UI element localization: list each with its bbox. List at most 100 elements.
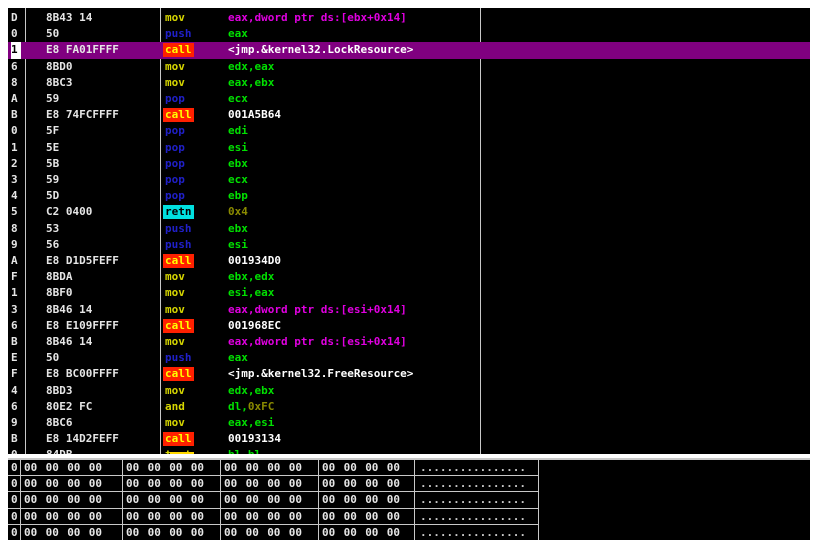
- dump-byte[interactable]: 00: [46, 492, 59, 508]
- dump-byte[interactable]: 00: [289, 525, 302, 540]
- dump-byte[interactable]: 00: [191, 509, 204, 525]
- dump-byte[interactable]: 00: [246, 460, 259, 476]
- dump-byte[interactable]: 00: [344, 509, 357, 525]
- instruction-row[interactable]: 6 E8 E109FFFF call 001968EC: [8, 318, 810, 334]
- dump-byte[interactable]: 00: [246, 476, 259, 492]
- dump-byte[interactable]: 00: [148, 509, 161, 525]
- dump-byte[interactable]: 00: [89, 509, 102, 525]
- dump-byte[interactable]: 00: [246, 525, 259, 540]
- dump-byte[interactable]: 00: [89, 492, 102, 508]
- instruction-row[interactable]: 1 8BF0 mov esi,eax: [8, 285, 810, 301]
- dump-byte[interactable]: 00: [126, 492, 139, 508]
- instruction-row[interactable]: 8 53 push ebx: [8, 221, 810, 237]
- dump-byte[interactable]: 00: [67, 460, 80, 476]
- instruction-row[interactable]: F 8BDA mov ebx,edx: [8, 269, 810, 285]
- dump-row[interactable]: 0 00 00 00 00 00 00 00 00 00 00 00 00 00 00 00 00.......…: [8, 509, 810, 525]
- instruction-row[interactable]: 084DBtestbl,bl: [8, 447, 810, 454]
- dump-byte[interactable]: 00: [126, 476, 139, 492]
- dump-byte[interactable]: 00: [387, 460, 400, 476]
- dump-byte[interactable]: 00: [67, 509, 80, 525]
- dump-byte[interactable]: 00: [67, 525, 80, 540]
- dump-byte[interactable]: 00: [126, 509, 139, 525]
- dump-byte[interactable]: 00: [126, 525, 139, 540]
- instruction-row[interactable]: 3 59 pop ecx: [8, 172, 810, 188]
- dump-byte[interactable]: 00: [148, 476, 161, 492]
- dump-row[interactable]: 0 00 00 00 00 00 00 00 00 00 00 00 00 00 00 00 00.......…: [8, 525, 810, 540]
- dump-byte[interactable]: 00: [322, 509, 335, 525]
- instruction-row[interactable]: 8 8BC3 mov eax,ebx: [8, 75, 810, 91]
- dump-byte[interactable]: 00: [344, 492, 357, 508]
- dump-byte[interactable]: 00: [89, 460, 102, 476]
- dump-byte[interactable]: 00: [148, 460, 161, 476]
- instruction-row-selected[interactable]: 1 E8 FA01FFFF call <jmp.&kernel32.LockResou…: [8, 42, 810, 59]
- dump-byte[interactable]: 00: [191, 460, 204, 476]
- dump-byte[interactable]: 00: [365, 525, 378, 540]
- dump-byte[interactable]: 00: [365, 460, 378, 476]
- dump-byte[interactable]: 00: [267, 492, 280, 508]
- dump-byte[interactable]: 00: [67, 476, 80, 492]
- instruction-row[interactable]: 2 5B pop ebx: [8, 156, 810, 172]
- dump-byte[interactable]: 00: [224, 476, 237, 492]
- instruction-row[interactable]: B E8 74FCFFFF call 001A5B64: [8, 107, 810, 123]
- dump-byte[interactable]: 00: [365, 492, 378, 508]
- dump-byte[interactable]: 00: [387, 476, 400, 492]
- instruction-row[interactable]: D 8B43 14 mov eax,dword ptr ds:[ebx+0x14]: [8, 10, 810, 26]
- instruction-row[interactable]: 9 8BC6 mov eax,esi: [8, 415, 810, 431]
- dump-row[interactable]: 0 00 00 00 00 00 00 00 00 00 00 00 00 00 00 00 00.......…: [8, 476, 810, 492]
- dump-byte[interactable]: 00: [267, 509, 280, 525]
- instruction-row[interactable]: 6 8BD0 mov edx,eax: [8, 59, 810, 75]
- dump-byte[interactable]: 00: [89, 476, 102, 492]
- dump-byte[interactable]: 00: [322, 525, 335, 540]
- instruction-row[interactable]: 1 5E pop esi: [8, 140, 810, 156]
- dump-byte[interactable]: 00: [169, 460, 182, 476]
- dump-byte[interactable]: 00: [24, 460, 37, 476]
- dump-byte[interactable]: 00: [322, 492, 335, 508]
- dump-byte[interactable]: 00: [387, 509, 400, 525]
- dump-byte[interactable]: 00: [46, 509, 59, 525]
- instruction-row[interactable]: 4 5D pop ebp: [8, 188, 810, 204]
- dump-byte[interactable]: 00: [224, 525, 237, 540]
- dump-byte[interactable]: 00: [24, 509, 37, 525]
- dump-byte[interactable]: 00: [322, 476, 335, 492]
- dump-byte[interactable]: 00: [24, 492, 37, 508]
- instruction-row[interactable]: 4 8BD3 mov edx,ebx: [8, 383, 810, 399]
- dump-byte[interactable]: 00: [126, 460, 139, 476]
- dump-byte[interactable]: 00: [24, 476, 37, 492]
- instruction-row[interactable]: 9 56 push esi: [8, 237, 810, 253]
- instruction-row[interactable]: 0 50 push eax: [8, 26, 810, 42]
- disassembly-pane[interactable]: D 8B43 14 mov eax,dword ptr ds:[ebx+0x14] 0 5…: [8, 8, 810, 454]
- dump-byte[interactable]: 00: [246, 492, 259, 508]
- dump-byte[interactable]: 00: [344, 460, 357, 476]
- instruction-row[interactable]: F E8 BC00FFFF call <jmp.&kernel32.FreeResou…: [8, 366, 810, 382]
- dump-byte[interactable]: 00: [169, 509, 182, 525]
- memory-dump-pane[interactable]: 0 00 00 00 00 00 00 00 00 00 00 00 00 00 00 00 00.......…: [8, 458, 810, 540]
- dump-byte[interactable]: 00: [148, 492, 161, 508]
- instruction-row[interactable]: A 59 pop ecx: [8, 91, 810, 107]
- dump-byte[interactable]: 00: [46, 525, 59, 540]
- instruction-row[interactable]: 6 80E2 FC and dl,0xFC: [8, 399, 810, 415]
- dump-byte[interactable]: 00: [267, 460, 280, 476]
- dump-byte[interactable]: 00: [289, 509, 302, 525]
- dump-byte[interactable]: 00: [67, 492, 80, 508]
- instruction-row[interactable]: A E8 D1D5FEFF call 001934D0: [8, 253, 810, 269]
- dump-byte[interactable]: 00: [387, 492, 400, 508]
- dump-byte[interactable]: 00: [46, 460, 59, 476]
- instruction-row[interactable]: 0 5F pop edi: [8, 123, 810, 139]
- dump-byte[interactable]: 00: [365, 476, 378, 492]
- dump-byte[interactable]: 00: [169, 525, 182, 540]
- dump-byte[interactable]: 00: [24, 525, 37, 540]
- dump-byte[interactable]: 00: [387, 525, 400, 540]
- dump-byte[interactable]: 00: [289, 492, 302, 508]
- dump-byte[interactable]: 00: [246, 509, 259, 525]
- dump-byte[interactable]: 00: [322, 460, 335, 476]
- dump-byte[interactable]: 00: [267, 525, 280, 540]
- dump-byte[interactable]: 00: [46, 476, 59, 492]
- dump-byte[interactable]: 00: [267, 476, 280, 492]
- dump-byte[interactable]: 00: [169, 492, 182, 508]
- instruction-row[interactable]: B 8B46 14 mov eax,dword ptr ds:[esi+0x14]: [8, 334, 810, 350]
- dump-byte[interactable]: 00: [191, 476, 204, 492]
- instruction-row[interactable]: E 50 push eax: [8, 350, 810, 366]
- dump-byte[interactable]: 00: [224, 509, 237, 525]
- dump-byte[interactable]: 00: [191, 492, 204, 508]
- instruction-row[interactable]: B E8 14D2FEFF call 00193134: [8, 431, 810, 447]
